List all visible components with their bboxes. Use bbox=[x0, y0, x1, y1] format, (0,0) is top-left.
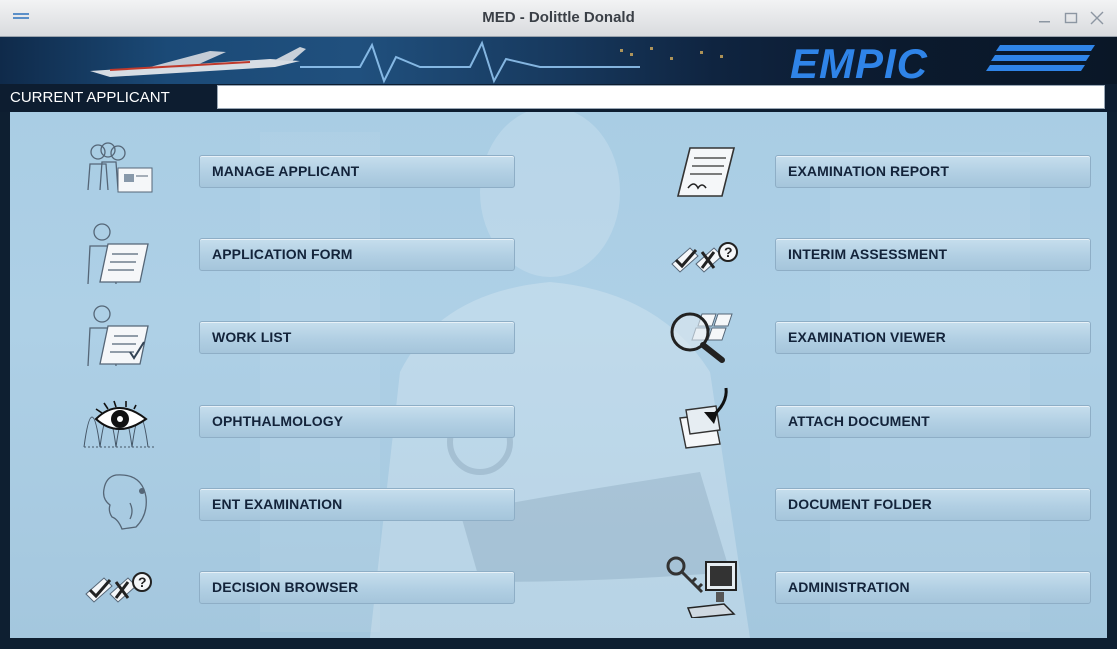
current-applicant-bar: CURRENT APPLICANT bbox=[0, 84, 1117, 112]
ent-examination-button[interactable]: ENT EXAMINATION bbox=[199, 488, 515, 521]
brand-stripes-icon bbox=[986, 45, 1095, 71]
close-icon bbox=[1090, 11, 1104, 25]
attach-document-icon bbox=[679, 387, 728, 449]
svg-text:?: ? bbox=[724, 244, 733, 260]
status-bar bbox=[0, 638, 1117, 649]
applicant-group-icon bbox=[87, 142, 153, 193]
examination-viewer-button[interactable]: EXAMINATION VIEWER bbox=[775, 321, 1091, 354]
eye-icon bbox=[83, 400, 154, 448]
banner-artwork bbox=[90, 40, 1095, 84]
decision-marks-icon: ? bbox=[85, 572, 152, 603]
header-banner: EMPIC bbox=[0, 37, 1117, 84]
administration-button[interactable]: ADMINISTRATION bbox=[775, 571, 1091, 604]
work-list-button[interactable]: WORK LIST bbox=[199, 321, 515, 354]
svg-text:?: ? bbox=[138, 574, 147, 590]
city-lights-image bbox=[620, 47, 723, 60]
brand-logo: EMPIC bbox=[790, 40, 929, 85]
assessment-marks-icon: ? bbox=[671, 242, 738, 273]
maximize-button[interactable] bbox=[1061, 8, 1081, 28]
worklist-icon bbox=[87, 305, 149, 367]
interim-assessment-button[interactable]: INTERIM ASSESSMENT bbox=[775, 238, 1091, 271]
app-window: MED - Dolittle Donald EMPIC CURRENT APPL… bbox=[0, 0, 1117, 649]
manage-applicant-button[interactable]: MANAGE APPLICANT bbox=[199, 155, 515, 188]
window-frame-right bbox=[1107, 112, 1117, 638]
maximize-icon bbox=[1064, 12, 1078, 24]
application-form-icon bbox=[87, 223, 149, 285]
report-document-icon bbox=[676, 147, 736, 197]
minimize-icon bbox=[1039, 21, 1050, 23]
current-applicant-field[interactable] bbox=[217, 85, 1105, 109]
application-form-button[interactable]: APPLICATION FORM bbox=[199, 238, 515, 271]
current-applicant-label: CURRENT APPLICANT bbox=[10, 89, 170, 106]
document-folder-button[interactable]: DOCUMENT FOLDER bbox=[775, 488, 1091, 521]
window-controls bbox=[1035, 8, 1107, 28]
close-button[interactable] bbox=[1087, 8, 1107, 28]
head-ent-icon bbox=[102, 474, 147, 530]
ophthalmology-button[interactable]: OPHTHALMOLOGY bbox=[199, 405, 515, 438]
ecg-wave-image bbox=[300, 40, 640, 84]
window-title: MED - Dolittle Donald bbox=[482, 9, 635, 26]
minimize-button[interactable] bbox=[1035, 8, 1055, 28]
doctor-background-image bbox=[260, 112, 1030, 638]
examination-report-button[interactable]: EXAMINATION REPORT bbox=[775, 155, 1091, 188]
computer-key-icon bbox=[666, 556, 737, 618]
title-bar: MED - Dolittle Donald bbox=[0, 0, 1117, 37]
main-menu-panel: ? MANAGE APPLICANT APPLICATION FORM WORK… bbox=[10, 112, 1107, 638]
decision-browser-button[interactable]: DECISION BROWSER bbox=[199, 571, 515, 604]
attach-document-button[interactable]: ATTACH DOCUMENT bbox=[775, 405, 1091, 438]
airplane-image bbox=[90, 47, 306, 77]
magnifier-icon bbox=[670, 312, 733, 363]
window-frame-left bbox=[0, 112, 10, 638]
